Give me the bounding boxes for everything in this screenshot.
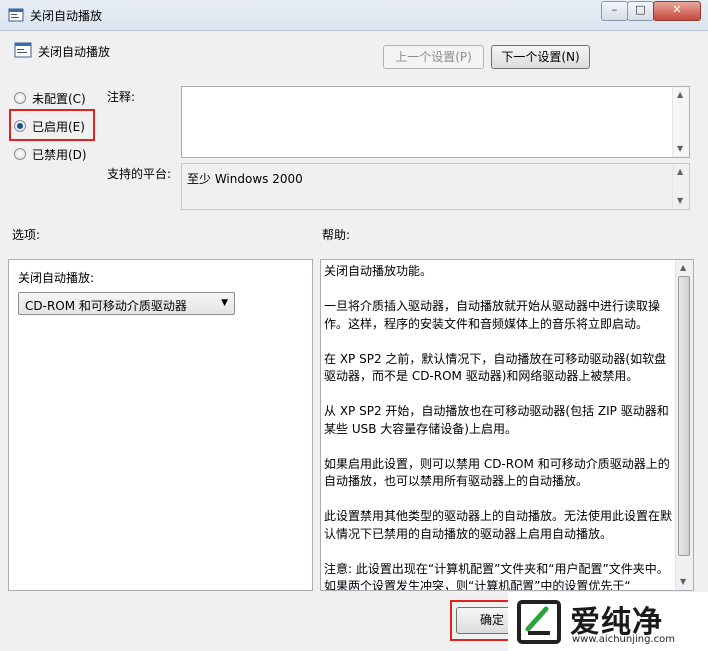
help-paragraph: 关闭自动播放功能。 — [324, 264, 433, 278]
help-paragraph: 一旦将介质插入驱动器，自动播放就开始从驱动器中进行读取操作。这样，程序的安装文件… — [324, 299, 661, 331]
help-text: 关闭自动播放功能。 一旦将介质插入驱动器，自动播放就开始从驱动器中进行读取操作。… — [324, 263, 675, 591]
help-scrollbar[interactable]: ▲ ▼ — [675, 260, 693, 590]
help-label: 帮助: — [322, 228, 351, 242]
comment-textarea[interactable]: ▲ ▼ — [181, 86, 690, 158]
title-bar: 关闭自动播放 – □ ✕ — [0, 0, 708, 31]
drive-type-select[interactable]: CD-ROM 和可移动介质驱动器 ▼ — [18, 292, 235, 315]
close-button[interactable]: ✕ — [653, 1, 701, 21]
platform-scrollbar[interactable]: ▲ ▼ — [672, 164, 689, 209]
watermark-logo-icon — [517, 600, 561, 644]
watermark-url: www.aichunjing.com — [572, 634, 675, 645]
help-paragraph: 注意: 此设置出现在“计算机配置”文件夹和“用户配置”文件夹中。如果两个设置发生… — [324, 561, 669, 591]
scroll-down-icon[interactable]: ▼ — [677, 145, 683, 153]
radio-circle-icon — [14, 92, 26, 104]
policy-icon — [14, 42, 32, 58]
autoplay-option-label: 关闭自动播放: — [18, 271, 95, 285]
radio-label: 已禁用(D) — [32, 147, 87, 162]
supported-platform-value: 至少 Windows 2000 — [187, 172, 303, 186]
watermark: 爱纯净 www.aichunjing.com — [508, 592, 708, 651]
comment-scrollbar[interactable]: ▲ ▼ — [672, 87, 689, 157]
drive-type-value: CD-ROM 和可移动介质驱动器 — [25, 299, 187, 313]
help-paragraph: 如果启用此设置，则可以禁用 CD-ROM 和可移动介质驱动器上的自动播放，也可以… — [324, 456, 670, 489]
minimize-button[interactable]: – — [601, 1, 628, 21]
annotation-highlight-box — [9, 109, 95, 141]
scroll-thumb[interactable] — [678, 276, 690, 556]
radio-label: 未配置(C) — [32, 91, 86, 106]
help-paragraph: 在 XP SP2 之前，默认情况下，自动播放在可移动驱动器(如软盘驱动器，而不是… — [324, 351, 667, 384]
radio-not-configured[interactable]: 未配置(C) — [14, 89, 86, 107]
help-pane: 关闭自动播放功能。 一旦将介质插入驱动器，自动播放就开始从驱动器中进行读取操作。… — [320, 259, 694, 591]
policy-title: 关闭自动播放 — [38, 45, 111, 59]
maximize-button[interactable]: □ — [627, 1, 654, 21]
scroll-up-icon[interactable]: ▲ — [680, 264, 686, 272]
scroll-up-icon[interactable]: ▲ — [677, 91, 683, 99]
radio-disabled[interactable]: 已禁用(D) — [14, 145, 87, 163]
radio-circle-icon — [14, 148, 26, 160]
policy-icon — [8, 8, 24, 22]
dropdown-arrow-icon: ▼ — [221, 298, 228, 308]
window-title: 关闭自动播放 — [30, 9, 103, 23]
scroll-up-icon[interactable]: ▲ — [677, 168, 683, 176]
help-paragraph: 此设置禁用其他类型的驱动器上的自动播放。无法使用此设置在默认情况下已禁用的自动播… — [324, 509, 673, 541]
next-setting-button[interactable]: 下一个设置(N) — [491, 45, 590, 69]
supported-platform-field: 至少 Windows 2000 ▲ ▼ — [181, 163, 690, 210]
scroll-down-icon[interactable]: ▼ — [680, 578, 686, 586]
options-pane: 关闭自动播放: CD-ROM 和可移动介质驱动器 ▼ — [8, 259, 313, 591]
options-label: 选项: — [12, 228, 41, 242]
help-paragraph: 从 XP SP2 开始，自动播放也在可移动驱动器(包括 ZIP 驱动器和某些 U… — [324, 404, 669, 436]
comment-label: 注释: — [107, 90, 136, 104]
previous-setting-button[interactable]: 上一个设置(P) — [383, 45, 484, 69]
supported-platform-label: 支持的平台: — [107, 167, 172, 181]
scroll-down-icon[interactable]: ▼ — [677, 197, 683, 205]
